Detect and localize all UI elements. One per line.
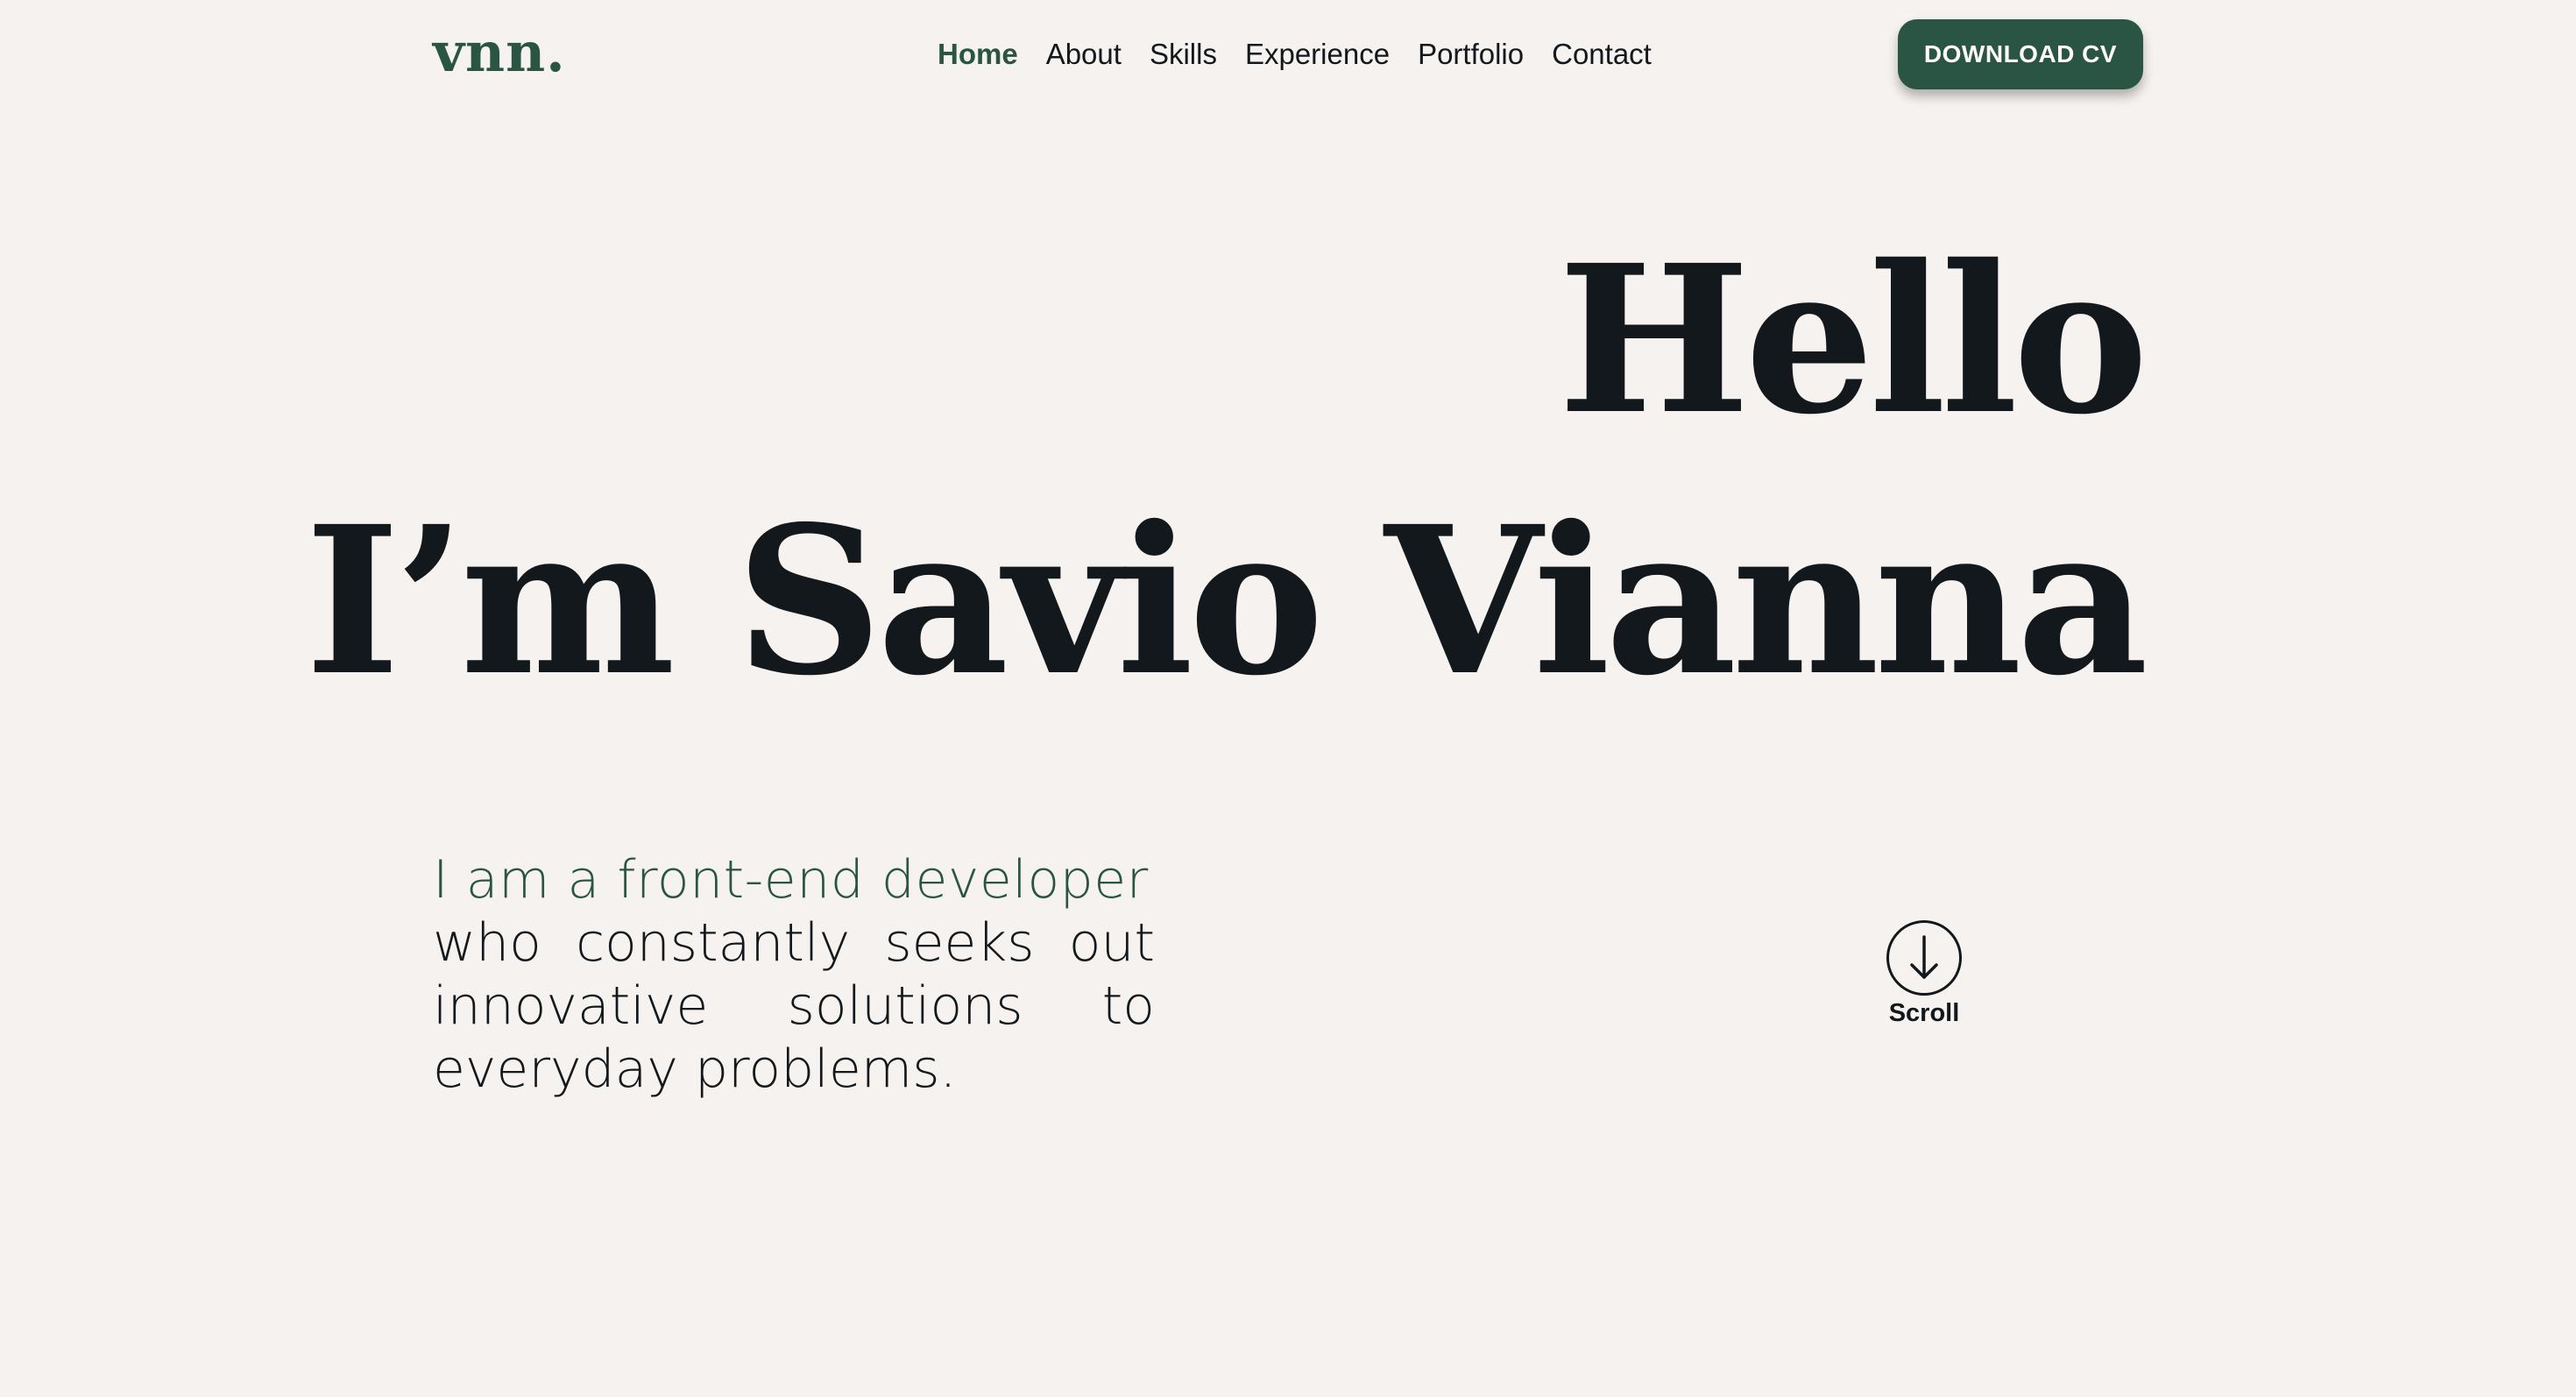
hero-greeting: Hello bbox=[1558, 220, 2148, 459]
nav-link-skills[interactable]: Skills bbox=[1150, 38, 1217, 71]
intro-paragraph: I am a front-end developer who constantl… bbox=[433, 848, 1155, 1101]
arrow-down-icon bbox=[1910, 935, 1938, 979]
download-cv-button[interactable]: DOWNLOAD CV bbox=[1898, 19, 2143, 89]
logo[interactable]: vnn. bbox=[433, 11, 566, 95]
main-nav: Home About Skills Experience Portfolio C… bbox=[938, 0, 1652, 109]
intro-accent: I am a front-end developer bbox=[433, 849, 1149, 911]
scroll-label: Scroll bbox=[1888, 999, 1960, 1027]
intro-text: who constantly seeks out innovative solu… bbox=[433, 912, 1155, 1100]
nav-link-home[interactable]: Home bbox=[938, 38, 1018, 71]
nav-link-contact[interactable]: Contact bbox=[1552, 38, 1652, 71]
nav-link-experience[interactable]: Experience bbox=[1245, 38, 1390, 71]
scroll-indicator[interactable]: Scroll bbox=[1882, 920, 1966, 1029]
arrow-down-circle-icon bbox=[1886, 920, 1962, 996]
hero-name: I’m Savio Vianna bbox=[305, 481, 2148, 720]
nav-link-portfolio[interactable]: Portfolio bbox=[1418, 38, 1524, 71]
site-header: vnn. Home About Skills Experience Portfo… bbox=[433, 0, 2143, 109]
nav-link-about[interactable]: About bbox=[1046, 38, 1122, 71]
page: vnn. Home About Skills Experience Portfo… bbox=[0, 0, 2576, 1397]
